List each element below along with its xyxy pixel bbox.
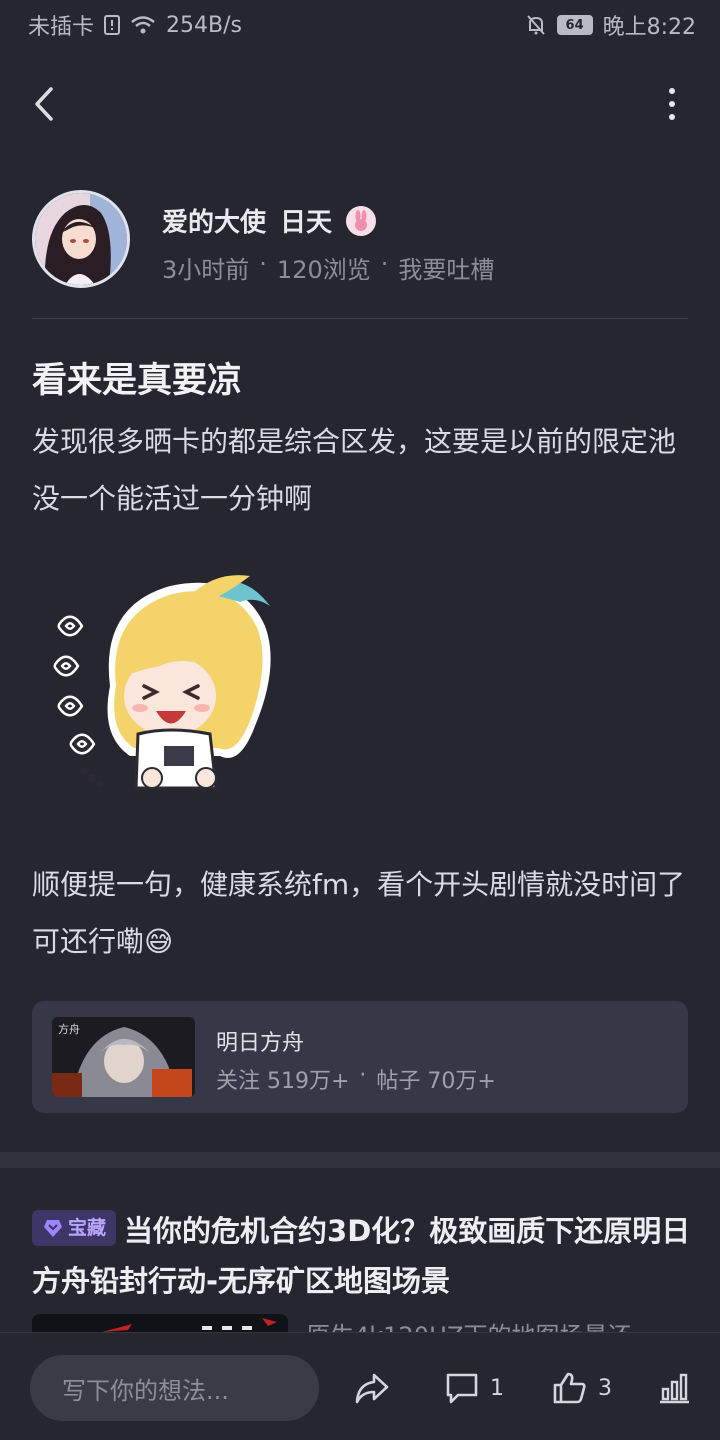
rabbit-badge-icon: [346, 205, 377, 236]
battery-indicator: 64: [556, 15, 593, 35]
treasure-tag-label: 宝藏: [68, 1217, 107, 1239]
clock: 晚上8:22: [602, 15, 696, 40]
status-bar: 未插卡 254B/s 64 晚上8:22: [0, 0, 720, 50]
stats-icon: [660, 1373, 689, 1404]
stats-dot: ·: [359, 1063, 367, 1088]
post-title: 看来是真要凉: [32, 361, 243, 401]
avatar[interactable]: [32, 190, 130, 288]
sticker-image[interactable]: [40, 566, 290, 806]
post-paragraph-2: 顺便提一句，健康系统fm，看个开头剧情就没时间了可还行嘞😅: [32, 868, 686, 958]
share-icon: [355, 1373, 389, 1404]
stats-button[interactable]: [656, 1363, 692, 1413]
post-category[interactable]: 我要吐槽: [398, 250, 494, 285]
mute-icon: [526, 15, 545, 35]
back-button[interactable]: [22, 82, 66, 126]
status-left: 未插卡 254B/s: [28, 9, 242, 41]
share-button[interactable]: [354, 1363, 390, 1413]
carrier-text: 未插卡: [28, 15, 95, 40]
sim-alert-icon: [104, 15, 121, 35]
author-name[interactable]: 爱的大使: [162, 202, 266, 239]
section-separator: [0, 1152, 720, 1168]
laughing-girl-sticker: [53, 575, 271, 790]
comment-button[interactable]: 1: [444, 1363, 504, 1413]
author-name-row[interactable]: 爱的大使 日天: [162, 202, 377, 239]
back-icon: [35, 87, 53, 121]
meta-dot: ·: [259, 250, 267, 278]
bottom-action-bar: 写下你的想法... 1 3: [0, 1332, 720, 1440]
view-count: 120浏览: [276, 256, 371, 284]
svg-text:方舟: 方舟: [58, 1022, 80, 1036]
comment-input[interactable]: 写下你的想法...: [30, 1355, 319, 1421]
more-icon: [669, 88, 675, 94]
author-section: 爱的大使 日天 3小时前 · 120浏览 · 我要吐槽: [32, 190, 688, 290]
game-stats: 关注 519万+ · 帖子 70万+: [216, 1063, 496, 1095]
comment-icon: [446, 1373, 478, 1404]
game-card[interactable]: 方舟 明日方舟 关注 519万+ · 帖子 70万+: [32, 1001, 688, 1113]
treasure-tag: 宝藏: [32, 1210, 117, 1246]
game-posts: 帖子 70万+: [376, 1069, 496, 1094]
network-speed: 254B/s: [166, 12, 242, 38]
post-time: 3小时前: [162, 256, 250, 284]
game-name: 明日方舟: [216, 1031, 305, 1056]
status-right: 64 晚上8:22: [525, 9, 696, 41]
diamond-heart-icon: [44, 1220, 62, 1237]
divider: [32, 318, 688, 319]
meta-dot: ·: [380, 250, 389, 278]
author-suffix: 日天: [280, 208, 333, 238]
like-count: 3: [598, 1375, 612, 1401]
recommended-post-title[interactable]: 宝藏 当你的危机合约3D化？极致画质下还原明日方舟铅封行动-无序矿区地图场景: [32, 1206, 692, 1306]
post-paragraph-1: 发现很多晒卡的都是综合区发，这要是以前的限定池没一个能活过一分钟啊: [32, 425, 677, 515]
like-button[interactable]: 3: [552, 1363, 612, 1413]
more-button[interactable]: [660, 82, 684, 126]
post-meta: 3小时前 · 120浏览 · 我要吐槽: [162, 250, 494, 285]
avatar-image: [35, 193, 127, 285]
more-icon-dot: [669, 101, 675, 107]
wifi-icon: [131, 16, 155, 34]
like-icon: [553, 1372, 586, 1404]
top-nav: [0, 70, 720, 140]
game-cover-image: 方舟: [52, 1017, 195, 1097]
game-followers: 关注 519万+: [216, 1069, 350, 1094]
recommended-title-text: 当你的危机合约3D化？极致画质下还原明日方舟铅封行动-无序矿区地图场景: [32, 1214, 691, 1298]
more-icon-dot: [669, 114, 675, 120]
comment-count: 1: [490, 1375, 504, 1401]
